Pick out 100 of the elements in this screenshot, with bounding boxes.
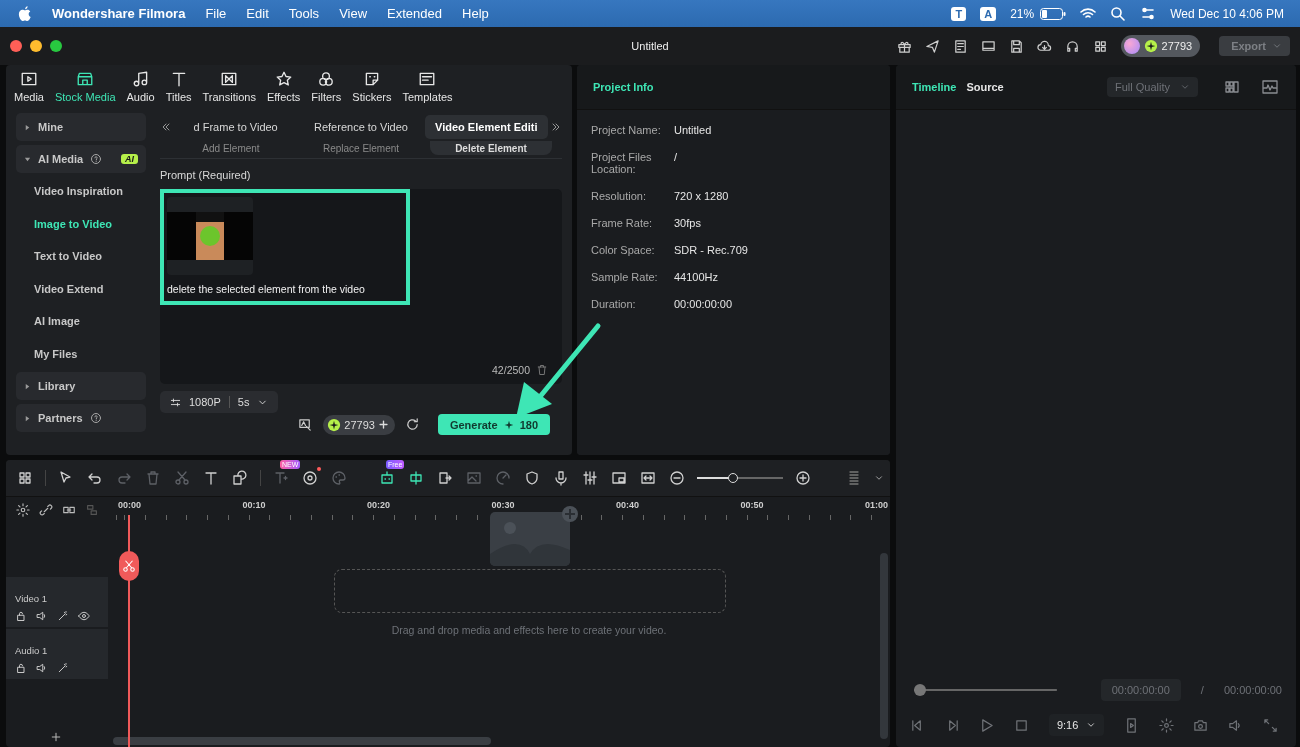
sidebar-item[interactable]: Video Inspiration (16, 177, 146, 206)
track-header[interactable]: Audio 1 (6, 629, 108, 679)
apple-logo-icon[interactable] (18, 5, 32, 22)
shape-tool-button[interactable] (231, 469, 249, 487)
sidebar-group[interactable]: Library (16, 372, 146, 400)
ai-image-icon[interactable] (298, 417, 314, 432)
sidebar-group[interactable]: Partners (16, 404, 146, 432)
media-tab[interactable]: Filters (311, 69, 342, 103)
avatar[interactable] (1123, 38, 1140, 54)
sidebar-item[interactable]: My Files (16, 339, 146, 368)
phone-preview-icon[interactable] (1124, 717, 1139, 733)
layout-icon[interactable] (1222, 79, 1242, 95)
ai-tool-tab[interactable]: Video Element Editi (424, 115, 548, 139)
app-name[interactable]: Wondershare Filmora (52, 6, 186, 21)
menu-item[interactable]: File (205, 6, 227, 21)
lock-icon[interactable] (15, 610, 27, 622)
media-tab[interactable]: Stock Media (54, 69, 116, 103)
grid-tool-button[interactable] (16, 469, 34, 487)
element-mode-tab[interactable]: Add Element (170, 141, 292, 155)
sidebar-group-label[interactable]: Mine (38, 121, 64, 133)
sidebar-item[interactable]: Image to Video (16, 209, 146, 238)
control-center-icon[interactable] (1140, 5, 1157, 22)
help-icon[interactable] (90, 153, 103, 165)
help-icon[interactable] (89, 412, 102, 424)
sidebar-group-label[interactable]: AI Media (38, 153, 84, 165)
monitor-icon[interactable] (980, 38, 996, 54)
save-icon[interactable] (1008, 38, 1024, 54)
add-track-icon[interactable] (50, 731, 62, 743)
send-icon[interactable] (924, 38, 940, 54)
track-header[interactable]: Video 1 (6, 577, 108, 627)
sidebar-group[interactable]: AI Media AI (16, 145, 146, 173)
menu-item[interactable]: Help (462, 6, 489, 21)
maximize-button[interactable] (50, 40, 62, 52)
date-time[interactable]: Wed Dec 10 4:06 PM (1170, 6, 1284, 21)
sidebar-item[interactable]: Video Extend (16, 274, 146, 303)
double-chevron-right-icon[interactable] (550, 121, 562, 133)
camera-icon[interactable] (1193, 717, 1209, 733)
sidebar-item[interactable]: AI Image (16, 307, 146, 336)
vertical-scrollbar[interactable] (880, 553, 888, 739)
plus-icon[interactable] (377, 419, 389, 430)
disclosure-triangle-icon[interactable] (24, 123, 31, 131)
refresh-icon[interactable] (404, 417, 420, 432)
zoom-in-tool-button[interactable] (794, 469, 812, 487)
double-chevron-left-icon[interactable] (160, 121, 172, 133)
scissors-icon[interactable] (119, 551, 139, 581)
export-tool-button[interactable] (436, 469, 454, 487)
settings-icon[interactable] (16, 503, 30, 517)
prompt-field[interactable]: delete the selected element from the video 42/2500 (160, 189, 562, 384)
ai-tool-tab[interactable]: Reference to Video (299, 115, 423, 139)
document-icon[interactable] (952, 38, 968, 54)
menu-item[interactable]: View (339, 6, 368, 21)
caret-icon[interactable] (874, 473, 884, 483)
input-source-badge[interactable]: A (980, 6, 997, 21)
eye-icon[interactable] (78, 610, 90, 622)
credits-pill[interactable]: 27793 (323, 414, 395, 435)
speaker-icon[interactable] (36, 662, 48, 674)
lock-icon[interactable] (15, 662, 27, 674)
ai-circle-tool-button[interactable] (301, 469, 319, 487)
ai-tool-tab[interactable]: d Frame to Video (174, 115, 298, 139)
mixer-tool-button[interactable] (581, 469, 599, 487)
element-mode-tab[interactable]: Delete Element (430, 141, 552, 155)
speaker-icon[interactable] (36, 610, 48, 622)
minimize-button[interactable] (30, 40, 42, 52)
fullscreen-icon[interactable] (1262, 717, 1278, 733)
viewer-tab[interactable]: Timeline (912, 81, 957, 93)
disclosure-triangle-icon[interactable] (24, 155, 31, 163)
aspect-ratio-dropdown[interactable]: 9:16 (1048, 714, 1105, 736)
search-icon[interactable] (1110, 5, 1127, 22)
zoom-slider-thumb[interactable] (728, 473, 739, 483)
media-tab[interactable]: Media (14, 69, 44, 103)
trash-icon[interactable] (536, 364, 548, 376)
picture-in-picture-tool-button[interactable] (610, 469, 628, 487)
credits-pill[interactable]: 27793 (1120, 35, 1201, 57)
unlink-icon[interactable] (39, 503, 53, 517)
menu-item[interactable]: Tools (288, 6, 320, 21)
sidebar-group[interactable]: Mine (16, 113, 146, 141)
disclosure-triangle-icon[interactable] (24, 414, 31, 422)
media-tab[interactable]: Transitions (202, 69, 256, 103)
stop-icon[interactable] (1014, 717, 1030, 733)
generation-settings-dropdown[interactable]: 1080P 5s (160, 391, 279, 413)
playhead[interactable] (119, 515, 139, 747)
battery-icon[interactable] (1040, 7, 1067, 20)
fit-tool-button[interactable] (639, 469, 657, 487)
headset-icon[interactable] (1064, 38, 1080, 54)
sidebar-item[interactable]: Text to Video (16, 242, 146, 271)
cloud-upload-icon[interactable] (1036, 38, 1052, 54)
wand-icon[interactable] (57, 610, 69, 622)
shield-tool-button[interactable] (523, 469, 541, 487)
media-tab[interactable]: Effects (266, 69, 301, 103)
wand-icon[interactable] (57, 662, 69, 674)
zoom-out-tool-button[interactable] (668, 469, 686, 487)
play-icon[interactable] (979, 717, 995, 733)
viewer-tab[interactable]: Source (966, 81, 1004, 93)
sidebar-group-label[interactable]: Library (38, 380, 76, 392)
media-tab[interactable]: Stickers (352, 69, 392, 103)
close-button[interactable] (10, 40, 22, 52)
generate-button[interactable]: Generate 180 (437, 414, 550, 435)
microphone-tool-button[interactable] (552, 469, 570, 487)
menu-item[interactable]: Edit (246, 6, 269, 21)
sidebar-group-label[interactable]: Partners (38, 412, 83, 424)
